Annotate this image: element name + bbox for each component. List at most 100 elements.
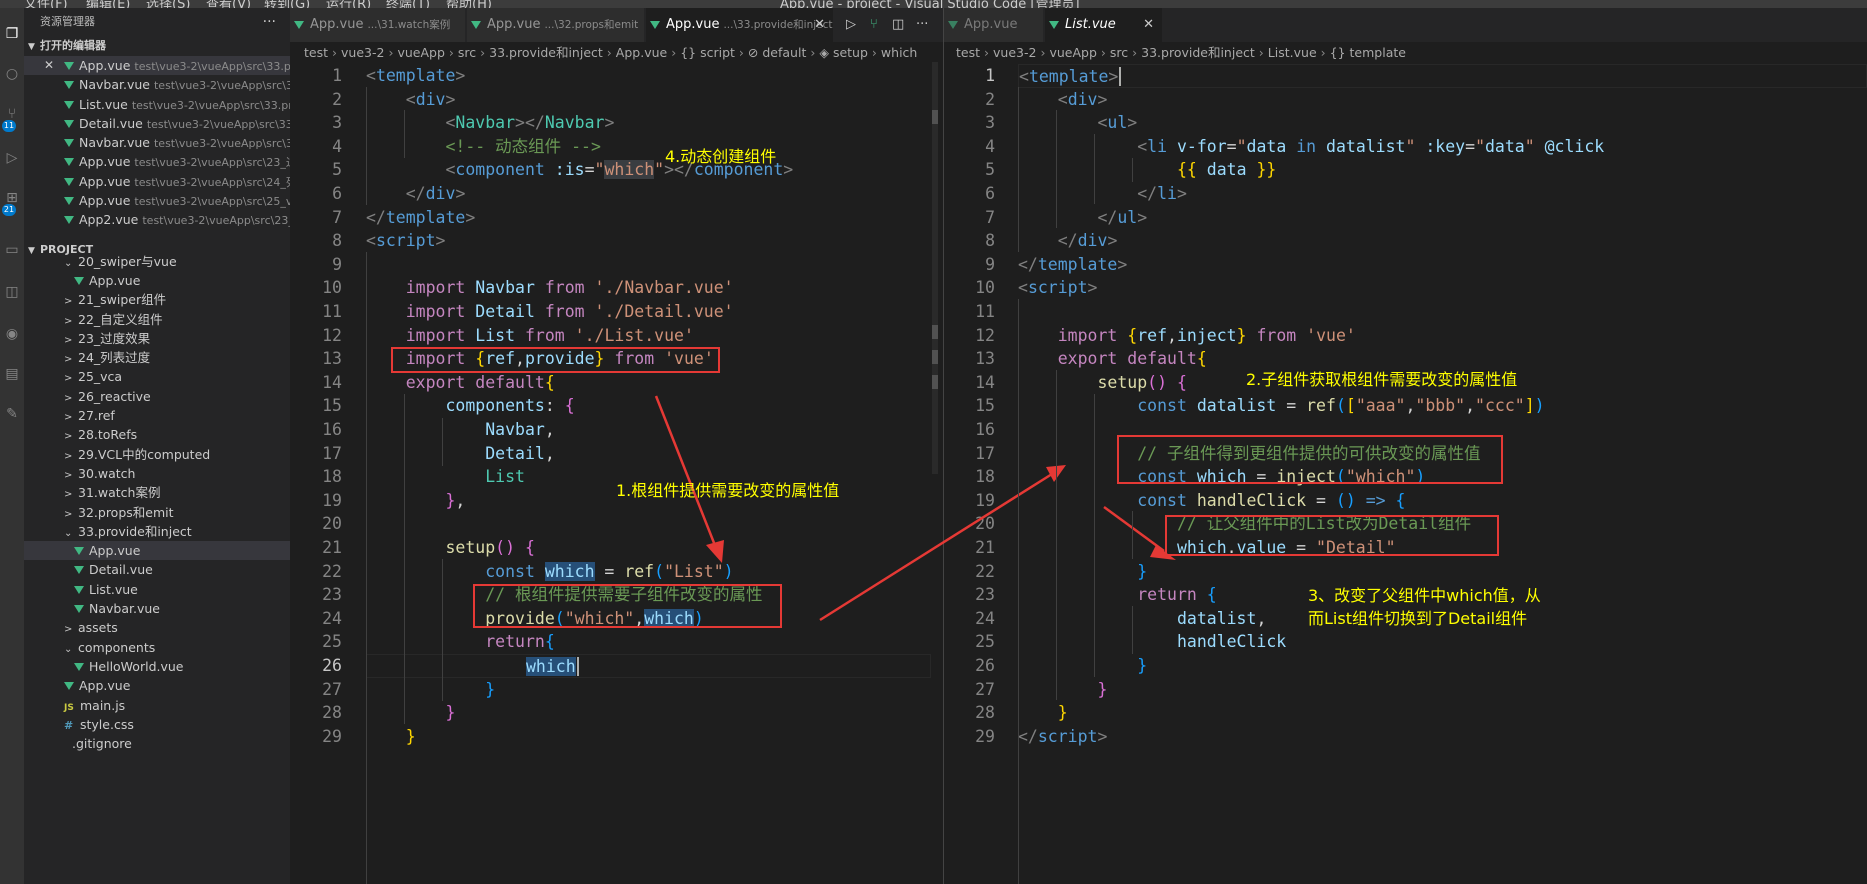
code-line[interactable]: </div> — [1018, 229, 1867, 253]
tree-folder[interactable]: >23_过度效果 — [24, 329, 290, 348]
more-actions-icon[interactable]: ··· — [263, 8, 276, 36]
code-line[interactable]: <Navbar></Navbar> — [366, 111, 931, 135]
menu-run[interactable]: 运行(R) — [326, 0, 371, 8]
tree-file[interactable]: Detail.vue — [24, 560, 290, 579]
tab-list-vue[interactable]: List.vue ✕ — [1045, 8, 1163, 42]
code-line[interactable]: } — [1018, 701, 1867, 725]
code-line[interactable]: } — [366, 725, 931, 749]
menu-selection[interactable]: 选择(S) — [146, 0, 190, 8]
open-editor-item[interactable]: Navbar.vuetest\vue3-2\vueApp\src\33.pro.… — [24, 75, 290, 94]
code-line[interactable]: Detail, — [366, 442, 931, 466]
code-line[interactable]: <div> — [366, 88, 931, 112]
open-editors-header[interactable]: ▼ 打开的编辑器 — [24, 36, 290, 56]
tree-folder[interactable]: ⌄ components — [24, 638, 290, 657]
explorer-icon[interactable]: ❐ — [4, 26, 20, 42]
code-line[interactable]: import {ref,inject} from 'vue' — [1018, 324, 1867, 348]
code-line[interactable]: Navbar, — [366, 418, 931, 442]
breadcrumb-item[interactable]: vue3-2 — [341, 45, 384, 60]
open-editor-item[interactable]: App.vuetest\vue3-2\vueApp\src\23_过度... — [24, 152, 290, 171]
menu-file[interactable]: 文件(F) — [24, 0, 68, 8]
code-line[interactable]: which — [366, 654, 931, 678]
run-icon[interactable]: ▷ — [846, 8, 856, 42]
code-line[interactable]: import Navbar from './Navbar.vue' — [366, 276, 931, 300]
code-line[interactable]: } — [1018, 678, 1867, 702]
tree-folder[interactable]: >27.ref — [24, 406, 290, 425]
breadcrumb-item[interactable]: App.vue — [616, 45, 667, 60]
open-editor-item[interactable]: App2.vuetest\vue3-2\vueApp\src\23_过度... — [24, 210, 290, 229]
breadcrumb-item[interactable]: test — [956, 45, 980, 60]
menu-view[interactable]: 查看(V) — [206, 0, 251, 8]
code-line[interactable]: </script> — [1018, 725, 1867, 749]
code-line[interactable]: <div> — [1018, 88, 1867, 112]
open-editor-item[interactable]: Navbar.vuetest\vue3-2\vueApp\src\32.pro.… — [24, 133, 290, 152]
code-line[interactable]: setup() { — [366, 536, 931, 560]
tree-file[interactable]: .gitignore — [24, 734, 290, 753]
tree-folder[interactable]: >24_列表过度 — [24, 348, 290, 367]
breadcrumb-item[interactable]: {} script — [680, 45, 735, 60]
breadcrumb-item[interactable]: vueApp — [1049, 45, 1096, 60]
code-line[interactable]: <script> — [1018, 276, 1867, 300]
tree-file[interactable]: Navbar.vue — [24, 599, 290, 618]
tree-folder[interactable]: >30.watch — [24, 464, 290, 483]
open-editor-item[interactable]: List.vuetest\vue3-2\vueApp\src\33.provid… — [24, 95, 290, 114]
tree-folder[interactable]: > assets — [24, 618, 290, 637]
breadcrumb-item[interactable]: src — [1110, 45, 1128, 60]
breadcrumb-item[interactable]: test — [304, 45, 328, 60]
close-icon[interactable]: ✕ — [44, 56, 54, 75]
notes-icon[interactable]: ▤ — [4, 366, 20, 382]
tree-folder[interactable]: >22_自定义组件 — [24, 310, 290, 329]
code-line[interactable]: </li> — [1018, 182, 1867, 206]
code-line[interactable]: } — [1018, 560, 1867, 584]
code-line[interactable]: handleClick — [1018, 630, 1867, 654]
breadcrumb-item[interactable]: {} template — [1330, 45, 1406, 60]
code-line[interactable]: return{ — [366, 630, 931, 654]
menu-terminal[interactable]: 终端(T) — [386, 0, 430, 8]
code-line[interactable]: import List from './List.vue' — [366, 324, 931, 348]
menu-go[interactable]: 转到(G) — [264, 0, 310, 8]
breadcrumb-item[interactable]: src — [458, 45, 476, 60]
breadcrumb-item[interactable]: vue3-2 — [993, 45, 1036, 60]
code-line[interactable]: <li v-for="data in datalist" :key="data"… — [1018, 135, 1867, 159]
tools-icon[interactable]: ✎ — [4, 406, 20, 422]
tab-app-vue-watch[interactable]: App.vue ...\31.watch案例 — [290, 8, 466, 42]
tree-file[interactable]: App.vue — [24, 676, 290, 695]
code-line[interactable]: <template> — [1018, 64, 1867, 88]
code-line[interactable]: <script> — [366, 229, 931, 253]
split-editor-icon[interactable]: ◫ — [892, 8, 904, 42]
tree-folder[interactable]: ⌄ 33.provide和inject — [24, 522, 290, 541]
breadcrumb-item[interactable]: 33.provide和inject — [1141, 45, 1255, 60]
tab-app-vue-right[interactable]: App.vue — [944, 8, 1044, 42]
open-editor-item[interactable]: App.vuetest\vue3-2\vueApp\src\24_列表... — [24, 172, 290, 191]
open-editor-item[interactable]: ✕ App.vuetest\vue3-2\vueApp\src\33.provid… — [24, 56, 290, 76]
tree-file[interactable]: HelloWorld.vue — [24, 657, 290, 676]
code-line[interactable]: {{ data }} — [1018, 158, 1867, 182]
remote-icon[interactable]: ▭ — [4, 242, 20, 258]
tree-folder[interactable]: >25_vca — [24, 367, 290, 386]
database-icon[interactable]: ◫ — [4, 284, 20, 300]
code-line[interactable]: <template> — [366, 64, 931, 88]
code-line[interactable]: components: { — [366, 394, 931, 418]
code-line[interactable] — [1018, 300, 1867, 324]
tree-folder[interactable]: >21_swiper组件 — [24, 290, 290, 309]
run-debug-icon[interactable]: ▷ — [4, 150, 20, 166]
breadcrumb-item[interactable]: ⊘ default — [748, 45, 806, 60]
tree-file[interactable]: App.vue — [24, 271, 290, 290]
tree-file[interactable]: App.vue — [24, 541, 290, 561]
tree-folder[interactable]: >29.VCL中的computed — [24, 445, 290, 464]
close-icon[interactable]: ✕ — [1143, 8, 1154, 42]
code-line[interactable]: </ul> — [1018, 206, 1867, 230]
breadcrumb-item[interactable]: List.vue — [1268, 45, 1317, 60]
code-line[interactable] — [366, 253, 931, 277]
breadcrumb-item[interactable]: vueApp — [397, 45, 444, 60]
code-line[interactable]: export default{ — [366, 371, 931, 395]
tree-file[interactable]: # style.css — [24, 715, 290, 734]
tab-app-vue-props[interactable]: App.vue ...\32.props和emit — [467, 8, 645, 42]
tree-folder[interactable]: >26_reactive — [24, 387, 290, 406]
tree-folder[interactable]: >31.watch案例 — [24, 483, 290, 502]
code-line[interactable]: </template> — [1018, 253, 1867, 277]
left-scrollbar-thumb[interactable] — [932, 62, 938, 474]
more-editor-actions-icon[interactable]: ··· — [916, 8, 928, 42]
code-line[interactable]: </div> — [366, 182, 931, 206]
open-editor-item[interactable]: Detail.vuetest\vue3-2\vueApp\src\33.prov… — [24, 114, 290, 133]
code-line[interactable]: const which = ref("List") — [366, 560, 931, 584]
